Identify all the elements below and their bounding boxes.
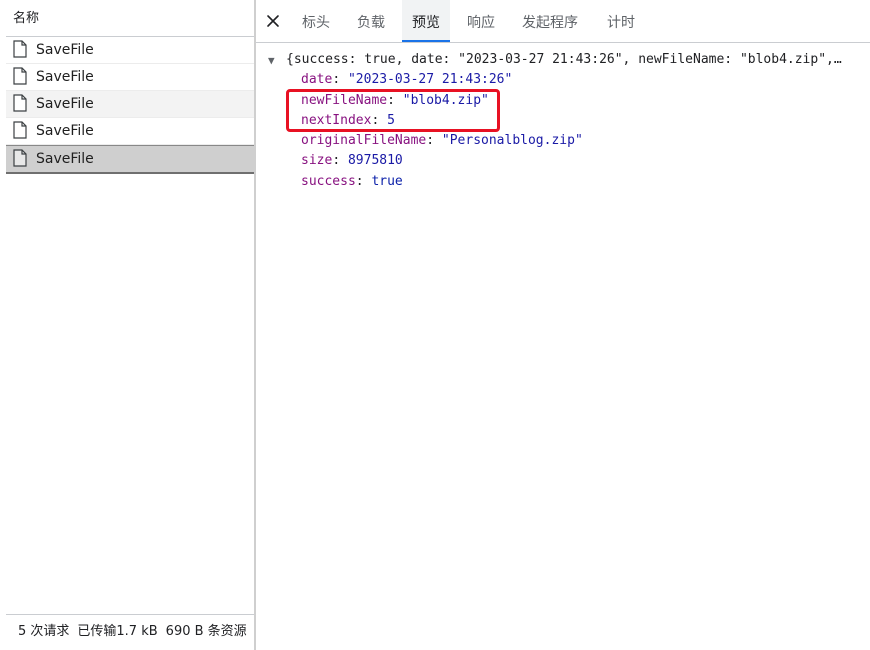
json-property[interactable]: originalFileName: "Personalblog.zip": [268, 131, 868, 151]
document-icon: [13, 94, 27, 112]
request-row[interactable]: SaveFile: [6, 64, 254, 91]
request-detail-panel: 标头 负载 预览 响应 发起程序 计时 ▼ {success: true, dat…: [256, 0, 870, 650]
request-name: SaveFile: [36, 123, 94, 139]
expand-triangle-icon[interactable]: ▼: [268, 51, 275, 70]
request-list-panel: 名称 SaveFile SaveFile SaveFile SaveFile S…: [6, 0, 256, 650]
network-summary-bar: 5 次请求 已传输1.7 kB 690 B 条资源: [6, 614, 254, 650]
detail-tabbar: 标头 负载 预览 响应 发起程序 计时: [256, 0, 870, 43]
column-header-name[interactable]: 名称: [6, 0, 254, 37]
request-row[interactable]: SaveFile: [6, 91, 254, 118]
tab-headers[interactable]: 标头: [292, 0, 340, 41]
document-icon: [13, 40, 27, 58]
request-name: SaveFile: [36, 96, 94, 112]
json-preview: ▼ {success: true, date: "2023-03-27 21:43…: [268, 50, 868, 192]
request-name: SaveFile: [36, 151, 94, 167]
close-icon[interactable]: [264, 12, 282, 30]
resource-size: 690 B 条资源: [165, 624, 247, 639]
tab-payload[interactable]: 负载: [347, 0, 395, 41]
tab-timing[interactable]: 计时: [597, 0, 645, 41]
tab-preview[interactable]: 预览: [402, 0, 450, 42]
tab-response[interactable]: 响应: [457, 0, 505, 41]
json-property[interactable]: success: true: [268, 172, 868, 192]
json-property[interactable]: nextIndex: 5: [268, 111, 868, 131]
request-row[interactable]: SaveFile: [6, 118, 254, 145]
request-row-selected[interactable]: SaveFile: [6, 145, 254, 174]
request-name: SaveFile: [36, 42, 94, 58]
request-count: 5 次请求: [18, 624, 70, 639]
json-property[interactable]: newFileName: "blob4.zip": [268, 91, 868, 111]
document-icon: [13, 67, 27, 85]
document-icon: [13, 149, 27, 167]
request-name: SaveFile: [36, 69, 94, 85]
transferred-size: 已传输1.7 kB: [77, 624, 158, 639]
json-property[interactable]: date: "2023-03-27 21:43:26": [268, 70, 868, 90]
tab-initiator[interactable]: 发起程序: [512, 0, 588, 41]
json-property[interactable]: size: 8975810: [268, 151, 868, 171]
request-row[interactable]: SaveFile: [6, 37, 254, 64]
document-icon: [13, 121, 27, 139]
json-object-summary[interactable]: ▼ {success: true, date: "2023-03-27 21:43…: [268, 50, 870, 70]
